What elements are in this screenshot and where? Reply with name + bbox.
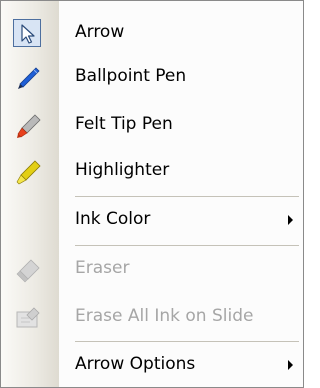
menu-item-ballpoint-pen[interactable]: Ballpoint Pen — [1, 57, 303, 97]
highlighter-icon — [15, 159, 41, 185]
menu-item-label: Arrow — [75, 22, 125, 42]
felt-tip-pen-icon — [15, 113, 41, 139]
menu-item-highlighter[interactable]: Highlighter — [1, 151, 303, 191]
submenu-arrow-icon — [288, 215, 293, 225]
menu-item-label: Erase All Ink on Slide — [75, 306, 254, 326]
menu-item-label: Arrow Options — [75, 354, 196, 374]
arrow-cursor-icon — [13, 19, 41, 47]
menu-item-label: Felt Tip Pen — [75, 114, 173, 134]
menu-item-erase-all-ink[interactable]: Erase All Ink on Slide — [1, 297, 303, 337]
menu-separator — [75, 196, 299, 197]
ballpoint-pen-icon — [15, 65, 41, 91]
menu-item-label: Ballpoint Pen — [75, 66, 187, 86]
submenu-arrow-icon — [288, 360, 293, 370]
menu-item-label: Highlighter — [75, 160, 170, 180]
menu-item-ink-color[interactable]: Ink Color — [1, 200, 303, 240]
menu-separator — [75, 341, 299, 342]
menu-item-arrow[interactable]: Arrow — [1, 13, 303, 53]
menu-item-label: Eraser — [75, 258, 130, 278]
menu-item-arrow-options[interactable]: Arrow Options — [1, 345, 303, 385]
menu-item-eraser[interactable]: Eraser — [1, 249, 303, 289]
context-menu: Arrow Ballpoint Pen Felt Tip Pen Highlig… — [0, 0, 304, 388]
menu-separator — [75, 245, 299, 246]
erase-all-ink-icon — [15, 305, 41, 331]
menu-item-label: Ink Color — [75, 209, 151, 229]
eraser-icon — [15, 257, 41, 283]
menu-item-felt-tip-pen[interactable]: Felt Tip Pen — [1, 105, 303, 145]
